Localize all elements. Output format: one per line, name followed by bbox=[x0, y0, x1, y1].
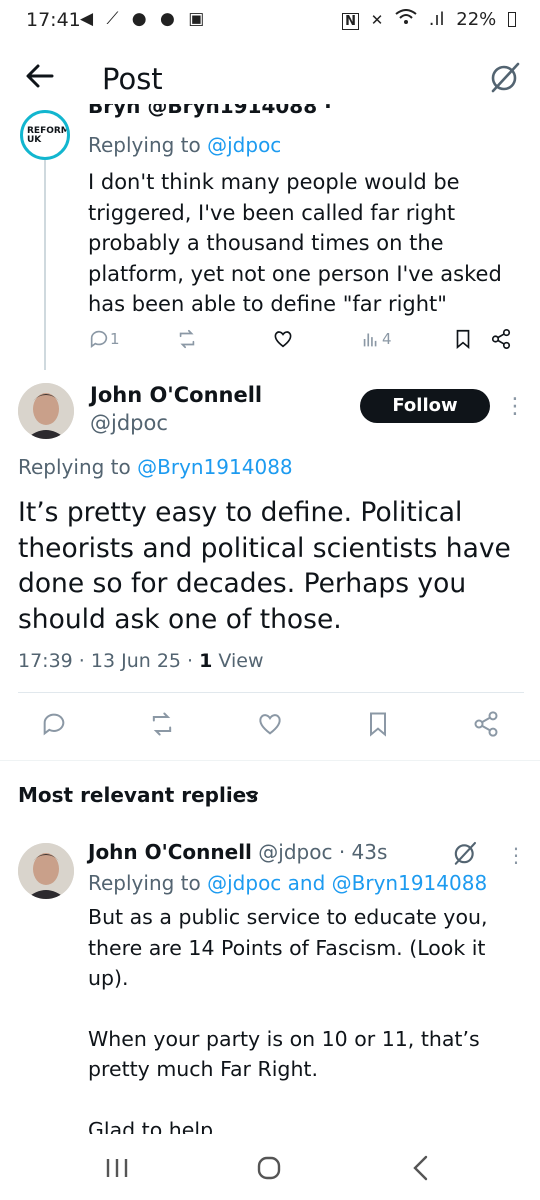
page-title: Post bbox=[102, 62, 163, 96]
reply-header: John O'Connell @jdpoc · 43s bbox=[88, 840, 387, 864]
view-count: 1 bbox=[199, 650, 213, 672]
system-nav-bar bbox=[0, 1135, 540, 1200]
profile-photo bbox=[18, 383, 74, 439]
replying-to: Replying to @Bryn1914088 bbox=[18, 455, 293, 479]
tweet-text: It’s pretty easy to define. Political th… bbox=[18, 497, 511, 635]
more-options-icon[interactable]: ⋮ bbox=[504, 394, 526, 419]
heart-icon bbox=[259, 714, 281, 735]
notification-icons: ◀ ⟋ ● ● ▣ bbox=[80, 9, 209, 29]
author-name[interactable]: John O'Connell bbox=[90, 383, 262, 407]
bookmark-button[interactable] bbox=[364, 710, 392, 738]
reply-count: 1 bbox=[110, 330, 120, 348]
replying-handle-link[interactable]: @Bryn1914088 bbox=[137, 455, 293, 479]
recent-apps-icon[interactable] bbox=[100, 1153, 134, 1183]
reply-author-cut[interactable]: Bryn @Bryn1914088 · 1m bbox=[88, 104, 368, 122]
arrow-left-icon bbox=[26, 64, 54, 88]
reply-text: But as a public service to educate you, … bbox=[88, 902, 528, 1134]
view-label: View bbox=[212, 650, 264, 672]
like-button[interactable] bbox=[256, 710, 284, 738]
like-button[interactable] bbox=[272, 328, 294, 350]
status-time: 17:41 bbox=[26, 9, 81, 31]
repost-button[interactable] bbox=[176, 328, 198, 350]
avatar-logo-text: REFORM UK bbox=[27, 126, 70, 145]
chevron-down-icon[interactable] bbox=[244, 787, 260, 803]
author-name[interactable]: John O'Connell bbox=[88, 840, 252, 864]
replying-handles-link[interactable]: @jdpoc and @Bryn1914088 bbox=[207, 871, 487, 895]
analytics-icon bbox=[363, 333, 377, 347]
comment-icon bbox=[43, 713, 65, 736]
more-options-icon[interactable]: ⋮ bbox=[506, 843, 526, 867]
reply-paragraph: When your party is on 10 or 11, that’s p… bbox=[88, 1026, 480, 1082]
tweet-actions bbox=[0, 710, 540, 744]
replying-to: Replying to @jdpoc bbox=[88, 133, 281, 157]
nfc-icon: N bbox=[342, 13, 359, 30]
reply-button[interactable]: 1 bbox=[88, 328, 120, 350]
back-button[interactable] bbox=[22, 58, 58, 94]
share-button[interactable] bbox=[490, 328, 512, 350]
grok-button[interactable] bbox=[452, 840, 478, 866]
share-button[interactable] bbox=[472, 710, 500, 738]
reply-button[interactable] bbox=[40, 710, 68, 738]
repost-icon bbox=[152, 712, 172, 736]
reply-paragraph: Glad to help. bbox=[88, 1117, 220, 1135]
repost-icon bbox=[179, 329, 195, 349]
reply-actions: 1 4 bbox=[88, 328, 528, 356]
replying-to: Replying to @jdpoc and @Bryn1914088 bbox=[88, 871, 487, 895]
bookmark-icon bbox=[456, 329, 470, 350]
views-count: 4 bbox=[382, 330, 392, 348]
profile-photo bbox=[18, 843, 74, 899]
grok-icon bbox=[454, 841, 477, 865]
header: Post bbox=[0, 42, 540, 112]
divider bbox=[18, 692, 524, 693]
replying-prefix: Replying to bbox=[88, 133, 208, 157]
status-bar: 17:41 ◀ ⟋ ● ● ▣ N ✕ .ıl 22% bbox=[0, 0, 540, 42]
home-icon[interactable] bbox=[252, 1153, 286, 1183]
timestamp: 17:39 · 13 Jun 25 · bbox=[18, 650, 200, 672]
replying-handle-link[interactable]: @jdpoc bbox=[207, 133, 281, 157]
thread-line bbox=[44, 160, 46, 370]
author-handle[interactable]: @jdpoc bbox=[90, 411, 168, 435]
tweet-meta: 17:39 · 13 Jun 25 · 1 View bbox=[18, 650, 264, 672]
wifi-icon bbox=[395, 9, 423, 30]
comment-icon bbox=[90, 330, 108, 348]
share-icon bbox=[474, 711, 498, 737]
divider bbox=[0, 760, 540, 761]
grok-button[interactable] bbox=[488, 60, 522, 94]
battery-icon bbox=[508, 12, 516, 27]
replying-prefix: Replying to bbox=[88, 871, 208, 895]
avatar[interactable]: REFORM UK bbox=[20, 110, 70, 160]
sort-replies-dropdown[interactable]: Most relevant replies bbox=[18, 783, 258, 807]
views-button[interactable]: 4 bbox=[360, 328, 392, 350]
heart-icon bbox=[274, 331, 292, 348]
grok-icon bbox=[491, 62, 520, 93]
status-right: N ✕ .ıl 22% bbox=[336, 9, 516, 30]
author-handle-time[interactable]: @jdpoc · 43s bbox=[252, 840, 387, 864]
mute-icon: ✕ bbox=[370, 11, 384, 29]
share-icon bbox=[491, 329, 511, 349]
follow-button[interactable]: Follow bbox=[360, 389, 490, 423]
bookmark-icon bbox=[370, 712, 386, 737]
back-nav-icon[interactable] bbox=[404, 1153, 438, 1183]
avatar[interactable] bbox=[18, 383, 74, 439]
reply-paragraph: But as a public service to educate you, … bbox=[88, 905, 488, 990]
replying-prefix: Replying to bbox=[18, 455, 138, 479]
reply-author-text: Bryn @Bryn1914088 · 1m bbox=[88, 104, 332, 122]
signal-icon: .ıl bbox=[428, 9, 445, 30]
repost-button[interactable] bbox=[148, 710, 176, 738]
reply-text: I don't think many people would be trigg… bbox=[88, 170, 502, 316]
battery-level: 22% bbox=[456, 9, 497, 30]
avatar[interactable] bbox=[18, 843, 74, 899]
bookmark-button[interactable] bbox=[452, 328, 474, 350]
